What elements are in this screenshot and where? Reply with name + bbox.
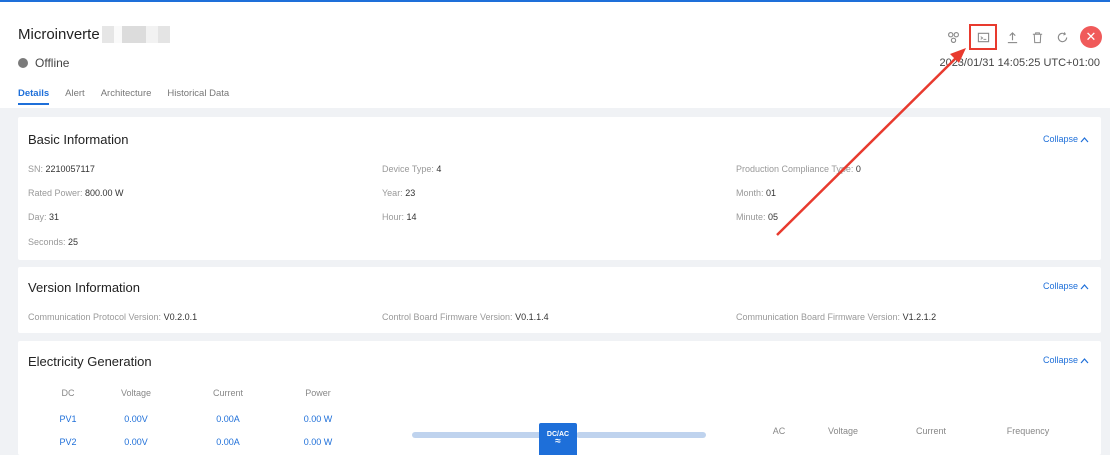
version-collapse-button[interactable]: Collapse [1043, 281, 1089, 291]
field-hour: Hour: 14 [382, 212, 417, 222]
field-minute: Minute: 05 [736, 212, 779, 222]
close-icon[interactable]: ✕ [1080, 26, 1102, 48]
basic-information-title: Basic Information [28, 132, 129, 147]
ac-flow-bar [576, 432, 706, 438]
dc-row-pv1-voltage: 0.00V [124, 414, 148, 424]
ac-header-voltage: Voltage [827, 426, 859, 436]
dc-row-pv2-name: PV2 [59, 437, 77, 447]
field-control-board-firmware-version: Control Board Firmware Version: V0.1.1.4 [382, 312, 549, 322]
redacted-name-block [101, 26, 170, 43]
delete-icon[interactable] [1025, 26, 1050, 48]
header-toolbar: ✕ [941, 24, 1102, 50]
dc-header-power: Power [305, 388, 331, 398]
dc-row-pv2-power: 0.00 W [303, 437, 333, 447]
dc-row-pv1-name: PV1 [59, 414, 77, 424]
field-rated-power: Rated Power: 800.00 W [28, 188, 124, 198]
version-information-card: Version Information Collapse Communicati… [18, 267, 1101, 333]
dc-ac-converter-icon: DC/AC ≈ [539, 423, 577, 455]
collapse-label: Collapse [1042, 355, 1078, 365]
dc-flow-bar [412, 432, 542, 438]
field-month: Month: 01 [736, 188, 777, 198]
ac-header-current: Current [915, 426, 946, 436]
chevron-up-icon [1080, 283, 1089, 289]
collapse-label: Collapse [1042, 281, 1078, 291]
chevron-up-icon [1080, 357, 1089, 363]
device-status: Offline [18, 56, 69, 70]
dc-row-pv1-current: 0.00A [216, 414, 240, 424]
dc-row-pv2-voltage: 0.00V [124, 437, 148, 447]
ac-wave-glyph: ≈ [555, 436, 561, 447]
field-year: Year: 23 [382, 188, 416, 198]
ac-header-label: AC [772, 426, 786, 436]
status-label: Offline [35, 56, 70, 70]
field-seconds: Seconds: 25 [28, 237, 79, 247]
console-icon[interactable] [969, 24, 997, 50]
field-sn: SN: 2210057117 [28, 164, 95, 174]
tab-architecture[interactable]: Architecture [101, 88, 152, 105]
tab-alert[interactable]: Alert [65, 88, 85, 105]
basic-information-card: Basic Information Collapse SN: 221005711… [18, 117, 1101, 260]
field-communication-board-firmware-version: Communication Board Firmware Version: V1… [736, 312, 937, 322]
upload-icon[interactable] [1000, 26, 1025, 48]
field-device-type: Device Type: 4 [382, 164, 442, 174]
chevron-up-icon [1080, 136, 1089, 142]
last-update-timestamp: 2023/01/31 14:05:25 UTC+01:00 [939, 57, 1100, 69]
status-dot-icon [18, 58, 28, 68]
dc-row-pv1-power: 0.00 W [303, 414, 333, 424]
dc-header-label: DC [61, 388, 75, 398]
field-day: Day: 31 [28, 212, 60, 222]
tab-historical-data[interactable]: Historical Data [167, 88, 229, 105]
basic-collapse-button[interactable]: Collapse [1043, 134, 1089, 144]
dc-row-pv2-current: 0.00A [216, 437, 240, 447]
device-title-row: Microinverte [18, 26, 170, 43]
generation-collapse-button[interactable]: Collapse [1043, 355, 1089, 365]
ac-header-frequency: Frequency [1006, 426, 1050, 436]
detail-tabs: Details Alert Architecture Historical Da… [18, 88, 229, 105]
field-production-compliance-type: Production Compliance Type: 0 [736, 164, 861, 174]
field-communication-protocol-version: Communication Protocol Version: V0.2.0.1 [28, 312, 198, 322]
device-title: Microinverte [18, 26, 100, 43]
device-header: Microinverte Offline ✕ 2023/01/31 14:05:… [0, 2, 1110, 108]
topology-icon[interactable] [941, 26, 966, 48]
dc-header-current: Current [212, 388, 243, 398]
collapse-label: Collapse [1042, 134, 1078, 144]
refresh-icon[interactable] [1050, 26, 1075, 48]
dc-header-voltage: Voltage [120, 388, 152, 398]
electricity-generation-title: Electricity Generation [28, 354, 152, 369]
tab-details[interactable]: Details [18, 88, 50, 105]
version-information-title: Version Information [28, 280, 141, 295]
